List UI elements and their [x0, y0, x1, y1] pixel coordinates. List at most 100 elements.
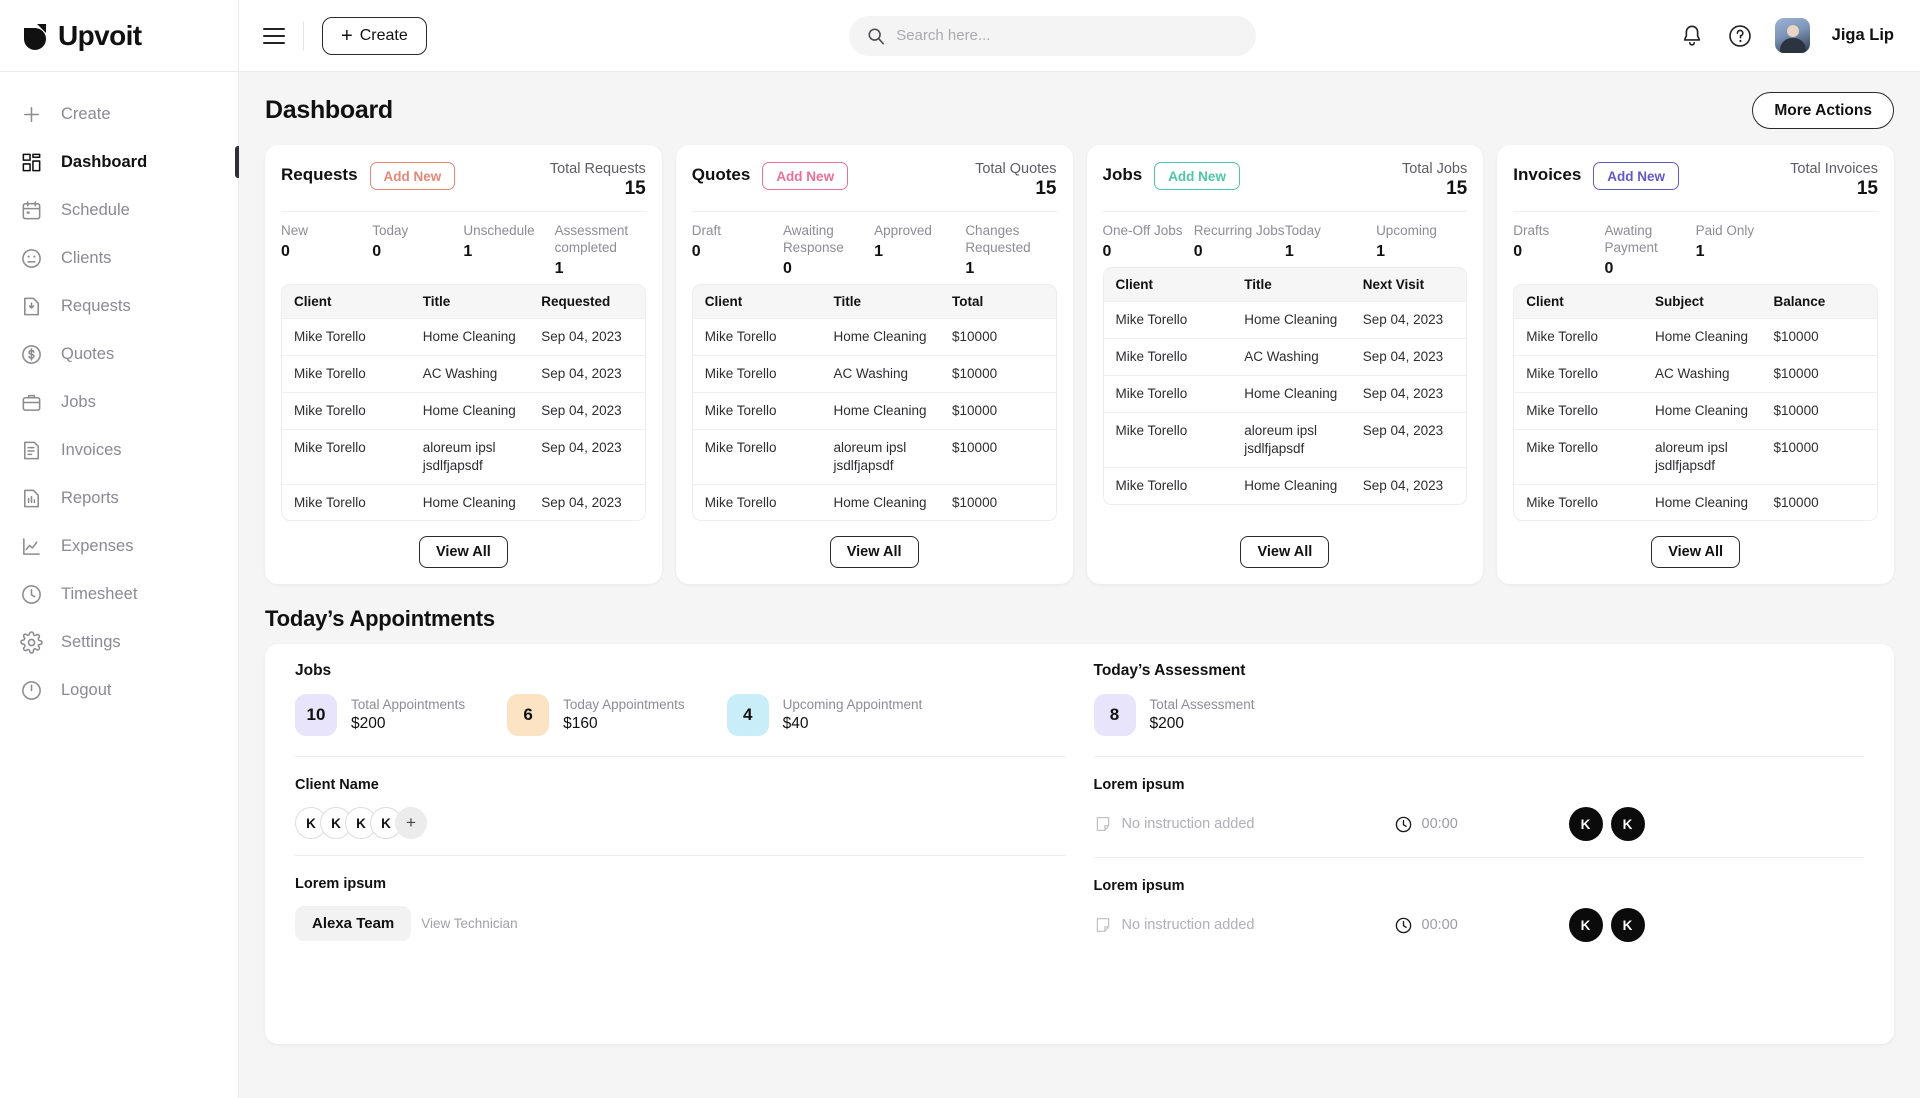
search-input[interactable]: [896, 27, 1239, 44]
add-new-button-invoices[interactable]: Add New: [1593, 162, 1680, 190]
sidebar-item-dashboard[interactable]: Dashboard: [0, 138, 239, 186]
assignee-avatar[interactable]: K: [1610, 908, 1645, 943]
metric-count: 4: [726, 694, 769, 737]
table-row[interactable]: Mike Torello Home Cleaning $10000: [1514, 391, 1877, 429]
card-header: Requests Add New Total Requests 15: [281, 161, 646, 212]
sidebar-item-label: Requests: [61, 296, 131, 315]
brand-logo[interactable]: Upvoit: [0, 0, 238, 72]
table-row[interactable]: Mike Torello Home Cleaning Sep 04, 2023: [282, 391, 645, 429]
avatar[interactable]: [1774, 18, 1810, 53]
table-row[interactable]: Mike Torello Home Cleaning Sep 04, 2023: [282, 483, 645, 521]
sidebar-item-jobs[interactable]: Jobs: [0, 378, 238, 426]
view-all-button-quotes[interactable]: View All: [829, 536, 919, 569]
sidebar-item-timesheet[interactable]: Timesheet: [0, 570, 238, 618]
time-text: 00:00: [1421, 917, 1458, 934]
table-row[interactable]: Mike Torello Home Cleaning $10000: [692, 317, 1056, 355]
stat-requests-2: Unschedule 1: [463, 223, 554, 278]
table-row[interactable]: Mike Torello Home Cleaning Sep 04, 2023: [282, 317, 645, 355]
assignee-avatar[interactable]: K: [1568, 908, 1603, 943]
stat-value: 1: [1284, 242, 1294, 260]
sidebar-item-label: Settings: [61, 632, 121, 651]
assignee-stack: KK: [1568, 807, 1653, 842]
instruction-block: No instruction added: [1094, 815, 1394, 833]
sidebar-item-quotes[interactable]: Quotes: [0, 330, 238, 378]
stat-quotes-0: Draft 0: [692, 223, 783, 278]
stat-value: 0: [1193, 242, 1203, 260]
assignee-avatar[interactable]: K: [1610, 807, 1645, 842]
sidebar-item-settings[interactable]: Settings: [0, 618, 238, 666]
metric-amount: $160: [563, 715, 598, 733]
sidebar-item-expenses[interactable]: Expenses: [0, 522, 238, 570]
metric-count: 10: [295, 694, 337, 737]
view-all-button-jobs[interactable]: View All: [1240, 536, 1330, 569]
sidebar-item-requests[interactable]: Requests: [0, 282, 238, 330]
table-row[interactable]: Mike Torello AC Washing $10000: [1514, 354, 1877, 392]
table-row[interactable]: Mike Torello Home Cleaning $10000: [692, 391, 1056, 429]
add-new-button-jobs[interactable]: Add New: [1154, 162, 1240, 190]
table-row[interactable]: Mike Torello Home Cleaning Sep 04, 2023: [1103, 374, 1467, 412]
more-actions-button[interactable]: More Actions: [1752, 92, 1894, 129]
clients-icon: [20, 247, 43, 270]
table-row[interactable]: Mike Torello aloreum ipsl jsdlfjapsdf $100…: [692, 428, 1056, 484]
team-chip[interactable]: Alexa Team: [295, 906, 412, 942]
add-new-button-quotes[interactable]: Add New: [762, 162, 849, 190]
cell: Sep 04, 2023: [1362, 348, 1444, 364]
sidebar-item-label: Reports: [61, 488, 119, 507]
table-row[interactable]: Mike Torello Home Cleaning $10000: [1514, 483, 1877, 521]
question-circle-icon[interactable]: [1727, 23, 1753, 49]
table-row[interactable]: Mike Torello Home Cleaning Sep 04, 2023: [1103, 466, 1467, 504]
sidebar-item-invoices[interactable]: Invoices: [0, 426, 238, 474]
view-technician-link[interactable]: View Technician: [421, 916, 517, 931]
table-row[interactable]: Mike Torello aloreum ipsl jsdlfjapsdf Sep …: [1103, 411, 1467, 467]
table-row[interactable]: Mike Torello AC Washing $10000: [692, 354, 1056, 392]
table-row[interactable]: Mike Torello aloreum ipsl jsdlfjapsdf Sep …: [282, 428, 645, 484]
add-new-button-requests[interactable]: Add New: [369, 162, 456, 190]
bell-icon[interactable]: [1679, 23, 1705, 49]
cell: Home Cleaning: [1244, 477, 1338, 493]
table-row[interactable]: Mike Torello aloreum ipsl jsdlfjapsdf $100…: [1514, 428, 1877, 484]
cell: Mike Torello: [1526, 494, 1599, 510]
table-header: Client Title Next Visit: [1103, 267, 1467, 301]
cell: Mike Torello: [704, 439, 777, 455]
plus-icon[interactable]: +: [395, 807, 427, 840]
stat-label: New: [281, 223, 309, 238]
assessment-detail-row: No instruction added 00:00 KK: [1094, 908, 1865, 943]
sidebar-item-reports[interactable]: Reports: [0, 474, 238, 522]
hamburger-icon[interactable]: [263, 27, 285, 44]
sidebar-item-create[interactable]: Create: [0, 90, 238, 138]
clock-icon: [20, 583, 43, 606]
assignee-avatar[interactable]: K: [1568, 807, 1603, 842]
cell: Sep 04, 2023: [1362, 385, 1444, 401]
table-row[interactable]: Mike Torello AC Washing Sep 04, 2023: [1103, 337, 1467, 375]
table-row[interactable]: Mike Torello Home Cleaning $10000: [692, 483, 1056, 521]
cell: Home Cleaning: [833, 328, 927, 344]
view-all-button-requests[interactable]: View All: [418, 536, 508, 569]
table-row[interactable]: Mike Torello Home Cleaning Sep 04, 2023: [1103, 300, 1467, 338]
view-all-button-invoices[interactable]: View All: [1651, 536, 1741, 569]
cell: Mike Torello: [704, 402, 777, 418]
view-all-wrap: View All: [1513, 521, 1878, 569]
table-row[interactable]: Mike Torello Home Cleaning $10000: [1514, 317, 1877, 355]
create-button[interactable]: + Create: [322, 16, 427, 55]
metric-amount: $200: [351, 715, 386, 733]
cell: Sep 04, 2023: [541, 365, 622, 381]
divider: [303, 20, 304, 51]
cell: aloreum ipsl jsdlfjapsdf: [1244, 422, 1317, 456]
page-header: Dashboard More Actions: [265, 92, 1894, 129]
card-title: Jobs: [1102, 165, 1143, 184]
table-row[interactable]: Mike Torello AC Washing Sep 04, 2023: [282, 354, 645, 392]
stat-label: Assessment completed: [554, 223, 629, 255]
stat-label: One-Off Jobs: [1102, 223, 1183, 238]
sidebar-item-schedule[interactable]: Schedule: [0, 186, 238, 234]
sidebar-item-clients[interactable]: Clients: [0, 234, 238, 282]
card-table: Client Title Next Visit Mike Torello Home Cl…: [1102, 266, 1468, 505]
sidebar-item-logout[interactable]: Logout: [0, 666, 238, 714]
plus-icon: +: [341, 24, 353, 47]
assessment-column: Today’s Assessment 8 Total Assessment $2…: [1080, 662, 1879, 1020]
cell: Sep 04, 2023: [1362, 422, 1444, 438]
assessment-row-heading: Lorem ipsum: [1093, 777, 1185, 794]
appointments-section-title: Today’s Appointments: [265, 606, 495, 632]
search-box[interactable]: [849, 15, 1257, 56]
stat-label: Paid Only: [1695, 223, 1755, 238]
stat-value: 0: [1604, 259, 1614, 277]
